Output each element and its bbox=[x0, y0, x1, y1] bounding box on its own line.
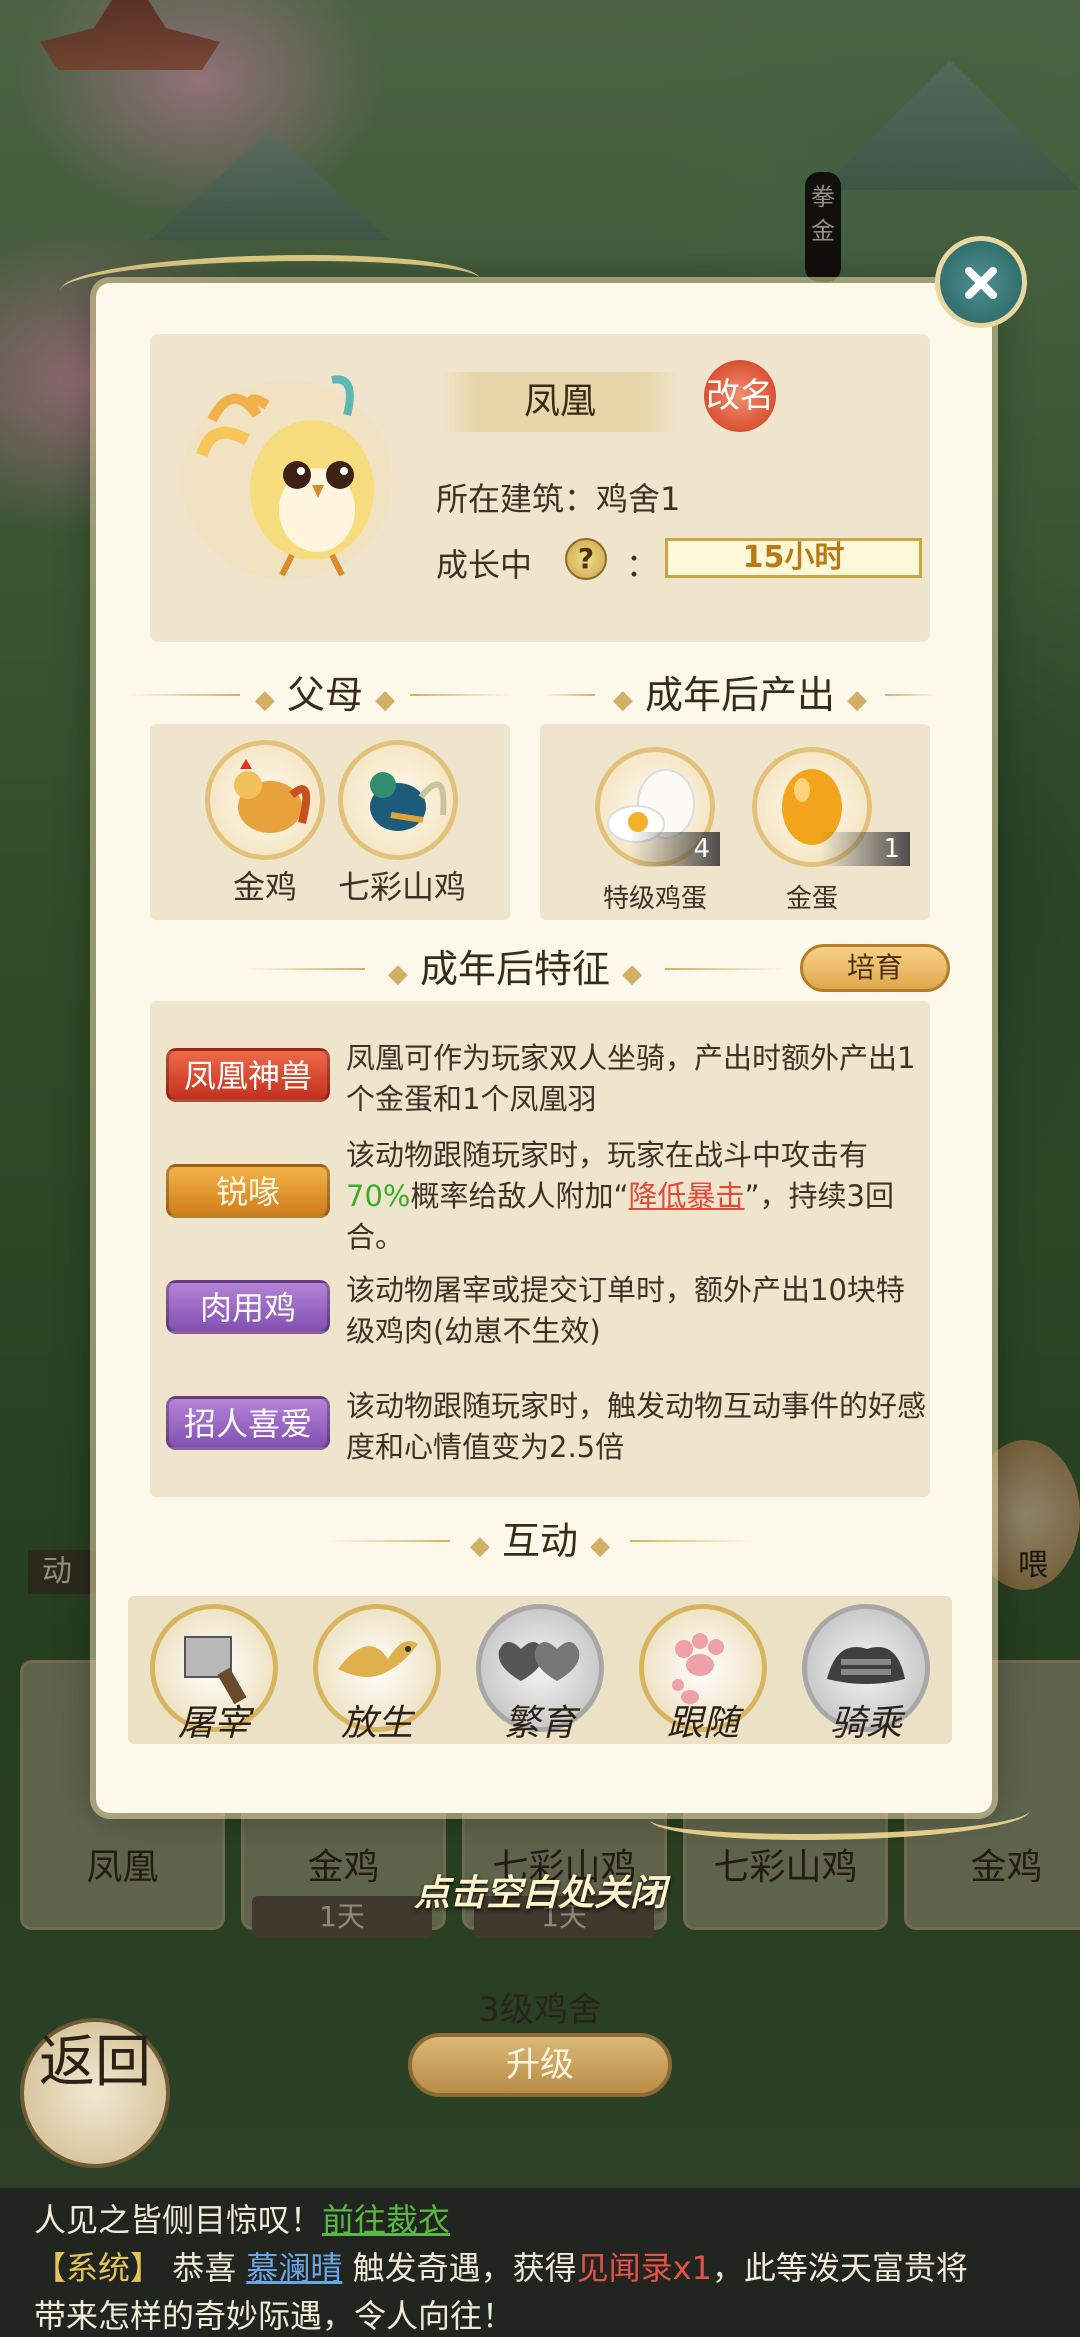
trait-description: 凤凰可作为玩家双人坐骑，产出时额外产出1个金蛋和1个凤凰羽 bbox=[346, 1041, 916, 1116]
growth-timer: 15小时 bbox=[665, 538, 922, 578]
building-location: 所在建筑：鸡舍1 bbox=[436, 480, 681, 518]
back-button[interactable]: 返回 bbox=[20, 2018, 170, 2168]
parents-heading-text: 父母 bbox=[286, 673, 363, 717]
item-count: 4 bbox=[630, 832, 720, 866]
chat-line: 【系统】 恭喜 慕澜晴 触发奇遇，获得见闻录x1，此等泼天富贵将 bbox=[34, 2244, 1046, 2292]
chat-text: 触发奇遇，获得 bbox=[342, 2249, 577, 2287]
trait-description: 该动物跟随玩家时，触发动物互动事件的好感度和心情值变为2.5倍 bbox=[346, 1389, 927, 1464]
heading-rule bbox=[245, 968, 365, 970]
item-count: 1 bbox=[820, 832, 910, 866]
trait-tag-meat-chicken[interactable]: 肉用鸡 bbox=[166, 1280, 330, 1334]
action-label: 繁育 bbox=[503, 1703, 576, 1744]
trait-text-part: 该动物跟随玩家时，玩家在战斗中攻击有 bbox=[346, 1138, 869, 1172]
rename-button[interactable]: 改名 bbox=[704, 360, 776, 432]
chat-line: 人见之皆侧目惊叹！前往裁衣 bbox=[34, 2196, 1046, 2244]
traits-heading: ◆ 成年后特征 ◆ bbox=[387, 947, 643, 991]
trait-tag-phoenix-beast[interactable]: 凤凰神兽 bbox=[166, 1048, 330, 1102]
heading-rule bbox=[130, 694, 240, 696]
output-heading-text: 成年后产出 bbox=[644, 673, 835, 717]
pheasant-icon[interactable] bbox=[338, 740, 458, 860]
parents-heading: ◆ 父母 ◆ bbox=[254, 673, 396, 717]
trait-tag-lovable[interactable]: 招人喜爱 bbox=[166, 1396, 330, 1450]
chat-system-tag: 【系统】 bbox=[34, 2249, 163, 2287]
chat-text: 恭喜 bbox=[162, 2249, 247, 2287]
phoenix-portrait bbox=[182, 375, 392, 580]
chat-link-tailor[interactable]: 前往裁衣 bbox=[322, 2201, 450, 2239]
growth-status: 成长中 bbox=[436, 546, 533, 584]
colon-separator: ： bbox=[626, 546, 659, 584]
parent-name: 七彩山鸡 bbox=[337, 868, 466, 906]
heading-rule bbox=[410, 694, 510, 696]
close-button[interactable] bbox=[935, 236, 1027, 328]
action-label: 放生 bbox=[340, 1703, 413, 1744]
breed-button[interactable]: 培育 bbox=[800, 944, 950, 992]
trait-description: 该动物屠宰或提交订单时，额外产出10块特级鸡肉(幼崽不生效) bbox=[346, 1273, 905, 1348]
chat-ticker: 人见之皆侧目惊叹！前往裁衣 【系统】 恭喜 慕澜晴 触发奇遇，获得见闻录x1，此… bbox=[0, 2188, 1080, 2337]
interact-heading-text: 互动 bbox=[501, 1519, 578, 1563]
trait-tag-sharp-beak[interactable]: 锐喙 bbox=[166, 1164, 330, 1218]
heading-rule bbox=[630, 1540, 750, 1542]
close-hint: 点击空白处关闭 bbox=[413, 1872, 666, 1914]
heading-rule bbox=[665, 968, 785, 970]
parent-name: 金鸡 bbox=[232, 868, 297, 906]
output-name: 特级鸡蛋 bbox=[602, 884, 707, 914]
trait-text-part: 概率给敌人附加“ bbox=[410, 1179, 629, 1213]
output-name: 金蛋 bbox=[785, 884, 838, 914]
action-label: 骑乘 bbox=[829, 1703, 902, 1744]
chat-text: ，此等泼天富贵将 bbox=[711, 2249, 968, 2287]
upgrade-button[interactable]: 升级 bbox=[408, 2033, 672, 2097]
action-label: 屠宰 bbox=[177, 1703, 250, 1744]
pet-name: 凤凰 bbox=[440, 372, 680, 432]
trait-effect-link[interactable]: 降低暴击 bbox=[629, 1179, 745, 1213]
action-label: 跟随 bbox=[666, 1703, 739, 1744]
chat-text: 人见之皆侧目惊叹！ bbox=[34, 2201, 323, 2239]
trait-description: 该动物跟随玩家时，玩家在战斗中攻击有70%概率给敌人附加“降低暴击”，持续3回合… bbox=[346, 1135, 926, 1258]
interact-heading: ◆ 互动 ◆ bbox=[469, 1519, 611, 1563]
building-level-label: 3级鸡舍 bbox=[478, 1990, 602, 2030]
output-heading: ◆ 成年后产出 ◆ bbox=[612, 673, 868, 717]
chat-item-name[interactable]: 见闻录x1 bbox=[577, 2249, 712, 2287]
heading-rule bbox=[545, 694, 595, 696]
golden-rooster-icon[interactable] bbox=[205, 740, 325, 860]
traits-heading-text: 成年后特征 bbox=[419, 947, 610, 991]
heading-rule bbox=[885, 694, 935, 696]
trait-percent: 70% bbox=[346, 1179, 411, 1213]
chat-player-name[interactable]: 慕澜晴 bbox=[246, 2249, 342, 2287]
heading-rule bbox=[330, 1540, 450, 1542]
chat-line: 带来怎样的奇妙际遇，令人向往！ bbox=[34, 2297, 515, 2335]
help-icon[interactable]: ? bbox=[565, 538, 607, 580]
